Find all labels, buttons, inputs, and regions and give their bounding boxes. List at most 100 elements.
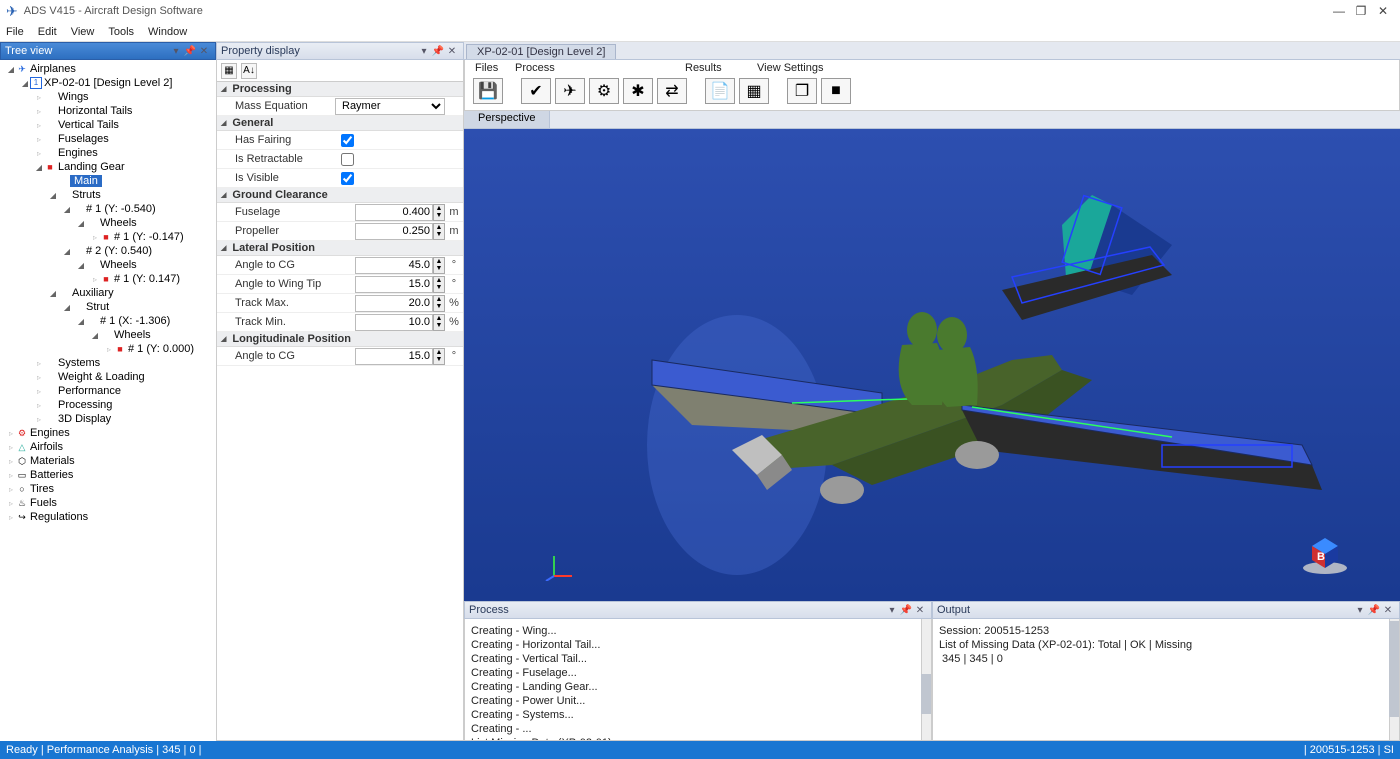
tree-node[interactable]: ▹Performance [0,384,216,398]
expander-icon[interactable]: ▹ [6,485,16,494]
tree-node[interactable]: ◢✈Airplanes [0,62,216,76]
close-icon[interactable]: ✕ [197,46,211,57]
dropdown-icon[interactable]: ▾ [1353,605,1367,616]
close-icon[interactable]: ✕ [913,605,927,616]
expander-icon[interactable]: ▹ [34,93,44,102]
expander-icon[interactable]: ◢ [6,65,16,74]
expander-icon[interactable]: ▹ [6,499,16,508]
gear-icon[interactable]: ⚙ [589,78,619,104]
scrollbar-thumb[interactable] [921,674,931,714]
spinner-buttons[interactable]: ▲▼ [433,295,445,312]
spinner-buttons[interactable]: ▲▼ [433,204,445,221]
stop-icon[interactable]: ■ [821,78,851,104]
tree-node[interactable]: ◢# 1 (X: -1.306) [0,314,216,328]
layers-icon[interactable]: ❐ [787,78,817,104]
close-icon[interactable]: ✕ [1381,605,1395,616]
property-input[interactable] [355,223,433,240]
tree-node[interactable]: ▹Horizontal Tails [0,104,216,118]
pin-icon[interactable]: 📌 [183,46,197,57]
expander-icon[interactable]: ▹ [34,359,44,368]
expander-icon[interactable]: ◢ [76,219,86,228]
spinner-buttons[interactable]: ▲▼ [433,276,445,293]
expander-icon[interactable]: ◢ [62,303,72,312]
tree-node[interactable]: ▹Fuselages [0,132,216,146]
property-group[interactable]: Processing [217,82,463,97]
dropdown-icon[interactable]: ▾ [885,605,899,616]
property-input[interactable] [355,204,433,221]
tree-node[interactable]: ▹↪Regulations [0,510,216,524]
dropdown-icon[interactable]: ▾ [169,46,183,57]
menu-tools[interactable]: Tools [108,26,134,38]
property-input[interactable] [355,276,433,293]
property-grid[interactable]: ProcessingMass EquationRaymerGeneralHas … [216,82,464,741]
tree-node[interactable]: ◢Strut [0,300,216,314]
menu-view[interactable]: View [71,26,95,38]
expander-icon[interactable]: ▹ [34,121,44,130]
tree-node[interactable]: ◢Wheels [0,258,216,272]
property-header[interactable]: Property display ▾ 📌 ✕ [216,42,464,60]
document-icon[interactable]: 📄 [705,78,735,104]
process-log[interactable]: Creating - Wing... Creating - Horizontal… [464,619,932,741]
expander-icon[interactable]: ◢ [48,289,58,298]
minimize-button[interactable]: — [1328,4,1350,18]
expander-icon[interactable]: ▹ [6,457,16,466]
tree-node[interactable]: ▹■# 1 (Y: 0.147) [0,272,216,286]
expander-icon[interactable]: ▹ [104,345,114,354]
property-select[interactable]: Raymer [335,98,445,115]
tree-node[interactable]: ◢Wheels [0,216,216,230]
scrollbar-thumb[interactable] [1389,621,1399,717]
categorize-button[interactable]: ▦ [221,63,237,79]
spinner-buttons[interactable]: ▲▼ [433,348,445,365]
property-checkbox[interactable] [341,172,354,185]
tree-node[interactable]: ▹Engines [0,146,216,160]
tree-node[interactable]: ▹⚙Engines [0,426,216,440]
spinner-buttons[interactable]: ▲▼ [433,314,445,331]
tree-node[interactable]: ◢Auxiliary [0,286,216,300]
tree-node[interactable]: ▹3D Display [0,412,216,426]
expander-icon[interactable]: ▹ [34,149,44,158]
expander-icon[interactable]: ◢ [76,261,86,270]
dropdown-icon[interactable]: ▾ [417,46,431,57]
document-tab[interactable]: XP-02-01 [Design Level 2] [466,44,616,59]
scrollbar[interactable] [921,619,931,740]
expander-icon[interactable]: ▹ [34,401,44,410]
property-input[interactable] [355,348,433,365]
tree-node[interactable]: ▹Processing [0,398,216,412]
expander-icon[interactable]: ◢ [76,317,86,326]
tree-node[interactable]: Main [0,174,216,188]
sort-button[interactable]: A↓ [241,63,257,79]
output-log[interactable]: Session: 200515-1253 List of Missing Dat… [932,619,1400,741]
property-input[interactable] [355,257,433,274]
tree-node[interactable]: ▹⬡Materials [0,454,216,468]
tree-node[interactable]: ▹♨Fuels [0,496,216,510]
expander-icon[interactable]: ▹ [34,135,44,144]
property-group[interactable]: Lateral Position [217,241,463,256]
tree-node[interactable]: ▹△Airfoils [0,440,216,454]
check-icon[interactable]: ✔ [521,78,551,104]
tree-node[interactable]: ▹Weight & Loading [0,370,216,384]
expander-icon[interactable]: ◢ [62,205,72,214]
expander-icon[interactable]: ◢ [62,247,72,256]
pin-icon[interactable]: 📌 [899,605,913,616]
spinner-buttons[interactable]: ▲▼ [433,257,445,274]
expander-icon[interactable]: ▹ [6,443,16,452]
tree-node[interactable]: ◢# 2 (Y: 0.540) [0,244,216,258]
expander-icon[interactable]: ◢ [34,163,44,172]
view-cube[interactable]: B [1300,526,1350,576]
tree-node[interactable]: ▹■# 1 (Y: 0.000) [0,342,216,356]
spinner-buttons[interactable]: ▲▼ [433,223,445,240]
expander-icon[interactable]: ◢ [48,191,58,200]
expander-icon[interactable]: ▹ [34,373,44,382]
grid-icon[interactable]: ▦ [739,78,769,104]
property-group[interactable]: Ground Clearance [217,188,463,203]
tree-node[interactable]: ▹Vertical Tails [0,118,216,132]
tree-node[interactable]: ▹Wings [0,90,216,104]
expander-icon[interactable]: ▹ [34,387,44,396]
save-icon[interactable]: 💾 [473,78,503,104]
menu-window[interactable]: Window [148,26,187,38]
tree-node[interactable]: ◢Struts [0,188,216,202]
expander-icon[interactable]: ▹ [90,275,100,284]
property-group[interactable]: Longitudinale Position [217,332,463,347]
property-input[interactable] [355,295,433,312]
expander-icon[interactable]: ▹ [34,415,44,424]
